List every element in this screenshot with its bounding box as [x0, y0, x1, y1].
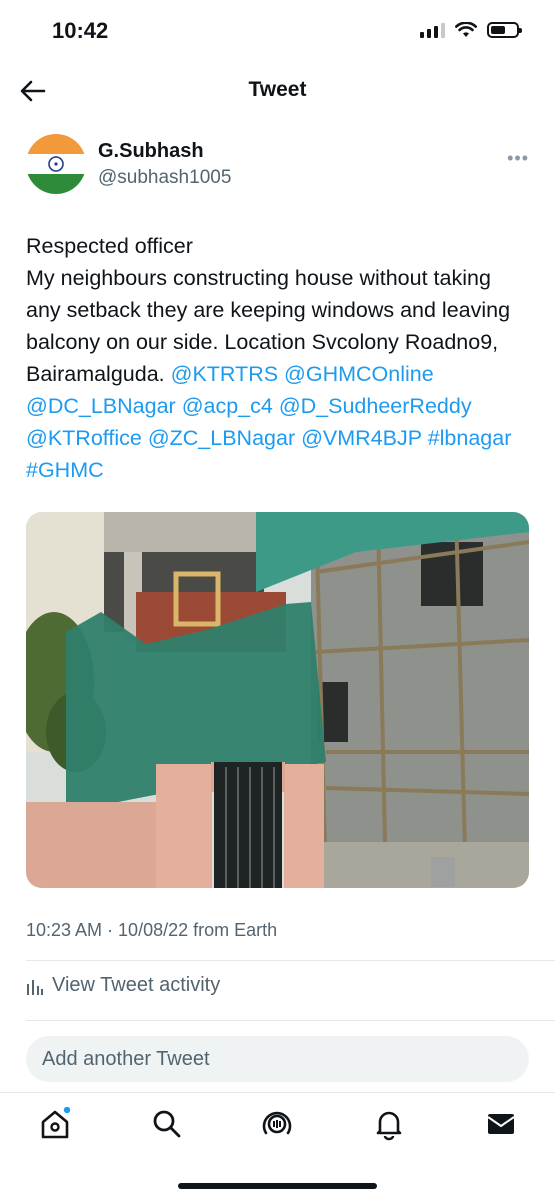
wifi-icon — [455, 22, 477, 37]
search-icon[interactable] — [150, 1107, 184, 1141]
india-flag-avatar-image — [26, 134, 86, 194]
status-time: 10:42 — [52, 18, 109, 43]
avatar[interactable] — [26, 134, 86, 194]
home-indicator[interactable] — [178, 1183, 377, 1189]
reply-placeholder: Add another Tweet — [42, 1047, 210, 1070]
tweet-timestamp: 10:23 AM · 10/08/22 from Earth — [26, 920, 278, 940]
mention-link[interactable]: @KTRoffice — [26, 426, 142, 450]
battery-icon — [487, 22, 522, 38]
tweet-text: Respected officer My neighbours construc… — [26, 230, 531, 486]
add-another-tweet-input[interactable]: Add another Tweet — [26, 1036, 529, 1082]
mention-link[interactable]: @DC_LBNagar — [26, 394, 176, 418]
activity-label: View Tweet activity — [52, 974, 221, 996]
nav-header: Tweet — [0, 64, 555, 118]
mention-link[interactable]: @KTRTRS — [171, 362, 278, 386]
bell-icon[interactable] — [372, 1107, 406, 1141]
bottom-tab-bar — [0, 1092, 555, 1201]
construction-photo-image — [26, 512, 529, 888]
cellular-signal-icon — [420, 22, 445, 38]
view-tweet-activity-link[interactable]: View Tweet activity — [26, 974, 220, 997]
hashtag-link[interactable]: #lbnagar — [428, 426, 512, 450]
mention-link[interactable]: @D_SudheerReddy — [279, 394, 472, 418]
page-title: Tweet — [248, 78, 307, 101]
tweet-photo[interactable] — [26, 512, 529, 888]
author-name[interactable]: G.Subhash — [98, 140, 204, 163]
tweet-text-line: Respected officer — [26, 234, 193, 258]
mention-link[interactable]: @ZC_LBNagar — [148, 426, 295, 450]
divider — [26, 960, 555, 961]
more-options-icon[interactable]: ••• — [507, 148, 529, 169]
status-icons — [420, 22, 522, 38]
status-bar: 10:42 — [0, 0, 555, 64]
home-icon[interactable] — [38, 1107, 72, 1141]
mention-link[interactable]: @VMR4BJP — [301, 426, 422, 450]
tweet-body: My neighbours constructing house without… — [26, 262, 531, 486]
hashtag-link[interactable]: #GHMC — [26, 458, 104, 482]
spaces-icon[interactable] — [260, 1107, 294, 1141]
mention-link[interactable]: @GHMCOnline — [284, 362, 434, 386]
mention-link[interactable]: @acp_c4 — [182, 394, 273, 418]
divider — [26, 1020, 555, 1021]
bar-chart-icon — [27, 979, 43, 995]
mail-icon[interactable] — [484, 1107, 518, 1141]
author-handle[interactable]: @subhash1005 — [98, 167, 231, 189]
